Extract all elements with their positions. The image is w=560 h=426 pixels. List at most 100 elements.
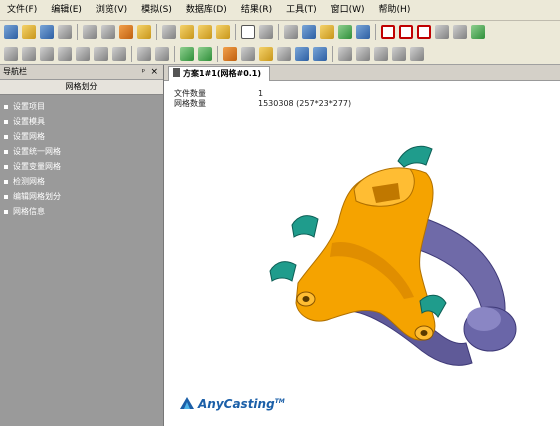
nav-item-variable-mesh[interactable]: 设置变量网格	[0, 159, 163, 174]
clip-icon[interactable]	[356, 46, 370, 61]
toolbar-separator	[332, 45, 333, 62]
window-icon[interactable]	[241, 25, 255, 39]
menu-bar: 文件(F) 编辑(E) 浏览(V) 模拟(S) 数据库(D) 结果(R) 工具(…	[0, 0, 560, 21]
bullet-icon	[4, 209, 8, 214]
toolbar-separator	[278, 24, 279, 40]
nav-item-uniform-mesh[interactable]: 设置统一网格	[0, 144, 163, 159]
nav-item-set-mold[interactable]: 设置模具	[0, 114, 163, 129]
toolbar-separator	[217, 45, 218, 62]
yellow-cube-icon[interactable]	[259, 46, 273, 61]
wireframe-icon[interactable]	[392, 46, 406, 61]
zoom-in-icon[interactable]	[4, 46, 18, 61]
chart-icon[interactable]	[471, 25, 485, 39]
grid-view-icon[interactable]	[284, 25, 298, 39]
green-mold-icon[interactable]	[198, 46, 212, 61]
view-top-icon[interactable]	[417, 25, 431, 39]
document-icon	[173, 68, 180, 77]
new-file-icon[interactable]	[4, 25, 18, 39]
menu-simulate[interactable]: 模拟(S)	[134, 0, 179, 20]
save-icon[interactable]	[40, 25, 54, 39]
mesh-icon[interactable]	[320, 25, 334, 39]
nav-item-label: 网格信息	[13, 207, 45, 216]
view-iso-icon[interactable]	[435, 25, 449, 39]
info-row: 网格数量 1530308 (257*23*277)	[174, 99, 351, 109]
menu-file[interactable]: 文件(F)	[0, 0, 44, 20]
section-icon[interactable]	[338, 46, 352, 61]
cylinder-icon[interactable]	[313, 46, 327, 61]
cut-icon[interactable]	[119, 25, 133, 39]
paste-icon[interactable]	[137, 25, 151, 39]
casting-hole-left-inner	[302, 296, 310, 302]
light-icon[interactable]	[137, 46, 151, 61]
transparent-icon[interactable]	[374, 46, 388, 61]
menu-help[interactable]: 帮助(H)	[372, 0, 418, 20]
toolbar-separator	[131, 45, 132, 62]
camera-icon[interactable]	[155, 46, 169, 61]
select-icon[interactable]	[94, 46, 108, 61]
toolbar-separator	[235, 24, 236, 40]
toolbar-separator	[375, 24, 376, 40]
nav-item-label: 检测网格	[13, 177, 45, 186]
info-row: 文件数量 1	[174, 89, 351, 99]
menu-result[interactable]: 结果(R)	[234, 0, 279, 20]
save-all-icon[interactable]	[58, 25, 72, 39]
help-tool-icon[interactable]	[356, 25, 370, 39]
copy-icon[interactable]	[162, 25, 176, 39]
tile-icon[interactable]	[259, 25, 273, 39]
logo-trademark: TM	[274, 398, 285, 405]
pan-icon[interactable]	[76, 46, 90, 61]
bullet-icon	[4, 119, 8, 124]
nav-item-label: 设置统一网格	[13, 147, 61, 156]
panel-section-header[interactable]: 网格划分	[0, 80, 163, 95]
pin-icon[interactable]: ᵖ	[142, 65, 145, 79]
layout-3-icon[interactable]	[216, 25, 230, 39]
shade-icon[interactable]	[410, 46, 424, 61]
document-tab[interactable]: 方案1#1(网格#0.1)	[168, 66, 271, 81]
orange-cube-icon[interactable]	[223, 46, 237, 61]
core-left	[291, 215, 319, 238]
view-front-icon[interactable]	[381, 25, 395, 39]
gray-cube-icon[interactable]	[241, 46, 255, 61]
green-cube-icon[interactable]	[180, 46, 194, 61]
panel-title-bar: 导航栏 ᵖ ×	[0, 65, 163, 80]
nav-item-set-project[interactable]: 设置项目	[0, 99, 163, 114]
nav-item-label: 设置变量网格	[13, 162, 61, 171]
casting-3d-view[interactable]	[268, 143, 530, 395]
rotate-icon[interactable]	[58, 46, 72, 61]
logo-text: AnyCasting	[198, 397, 275, 411]
document-tab-bar: 方案1#1(网格#0.1)	[164, 65, 560, 81]
menu-edit[interactable]: 编辑(E)	[44, 0, 89, 20]
casting-hole-right-inner	[420, 330, 428, 336]
print-preview-icon[interactable]	[101, 25, 115, 39]
view-side-icon[interactable]	[399, 25, 413, 39]
print-icon[interactable]	[83, 25, 97, 39]
pipe-icon[interactable]	[295, 46, 309, 61]
zoom-out-icon[interactable]	[22, 46, 36, 61]
panel-item-list: 设置项目 设置模具 设置网格 设置统一网格 设置变量网格 检测网格 编辑网格划分…	[0, 95, 163, 219]
nav-item-edit-mesh[interactable]: 编辑网格划分	[0, 189, 163, 204]
view-axis-icon[interactable]	[453, 25, 467, 39]
nav-item-check-mesh[interactable]: 检测网格	[0, 174, 163, 189]
mesh-option-icon[interactable]	[338, 25, 352, 39]
menu-view[interactable]: 浏览(V)	[89, 0, 134, 20]
toolbar-separator	[156, 24, 157, 40]
bullet-icon	[4, 164, 8, 169]
core-top	[397, 145, 433, 168]
menu-window[interactable]: 窗口(W)	[324, 0, 372, 20]
nav-item-mesh-info[interactable]: 网格信息	[0, 204, 163, 219]
menu-tools[interactable]: 工具(T)	[279, 0, 324, 20]
layout-2-icon[interactable]	[198, 25, 212, 39]
bullet-icon	[4, 134, 8, 139]
bullet-icon	[4, 149, 8, 154]
zoom-box-icon[interactable]	[302, 25, 316, 39]
close-icon[interactable]: ×	[150, 65, 158, 79]
toolbar-separator	[174, 45, 175, 62]
menu-database[interactable]: 数据库(D)	[179, 0, 234, 20]
nav-item-set-mesh[interactable]: 设置网格	[0, 129, 163, 144]
open-folder-icon[interactable]	[22, 25, 36, 39]
nav-item-label: 编辑网格划分	[13, 192, 61, 201]
zoom-fit-icon[interactable]	[40, 46, 54, 61]
sphere-icon[interactable]	[277, 46, 291, 61]
layout-1-icon[interactable]	[180, 25, 194, 39]
measure-icon[interactable]	[112, 46, 126, 61]
